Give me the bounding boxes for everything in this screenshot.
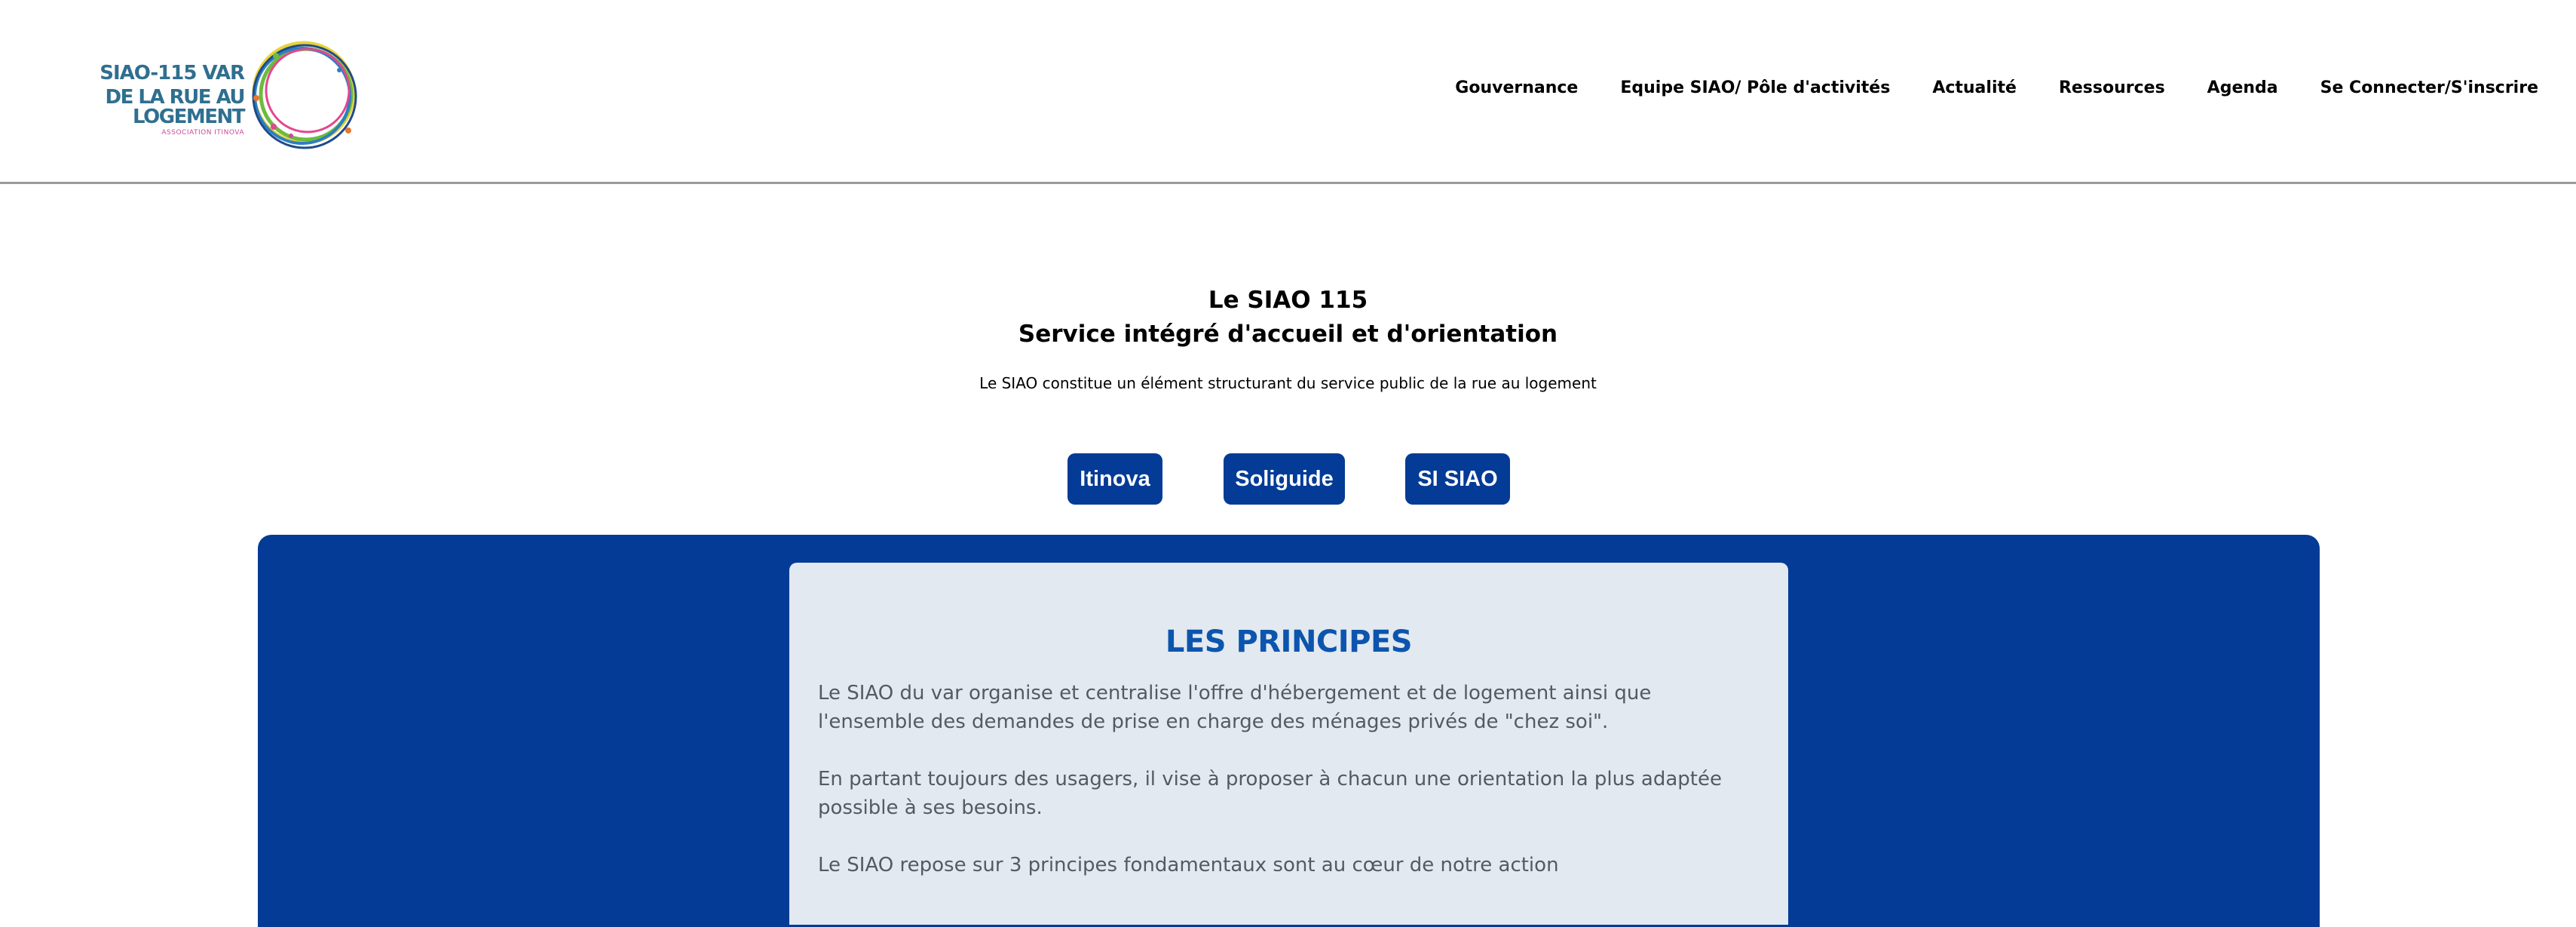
page-title: Le SIAO 115	[1208, 287, 1368, 314]
nav-agenda[interactable]: Agenda	[2207, 78, 2278, 97]
nav-ressources[interactable]: Ressources	[2059, 78, 2165, 97]
principles-card: LES PRINCIPES Le SIAO du var organise et…	[789, 563, 1788, 925]
si-siao-button[interactable]: SI SIAO	[1405, 453, 1510, 505]
nav-gouvernance[interactable]: Gouvernance	[1455, 78, 1578, 97]
logo-line-2: DE LA RUE AU LOGEMENT	[105, 86, 245, 128]
logo-line-1: SIAO-115 VAR	[100, 62, 245, 84]
site-logo[interactable]: SIAO-115 VAR DE LA RUE AU LOGEMENT ASSOC…	[65, 36, 359, 149]
logo-line-3: ASSOCIATION ITINOVA	[161, 129, 244, 137]
nav-login-register[interactable]: Se Connecter/S'inscrire	[2320, 78, 2538, 97]
nav-actualite[interactable]: Actualité	[1932, 78, 2017, 97]
principles-paragraph-3: Le SIAO repose sur 3 principes fondament…	[818, 854, 1559, 876]
soliguide-button[interactable]: Soliguide	[1224, 453, 1345, 505]
principles-title: LES PRINCIPES	[1165, 625, 1413, 659]
nav-equipe-siao[interactable]: Equipe SIAO/ Pôle d'activités	[1620, 78, 1890, 97]
main-nav: Gouvernance Equipe SIAO/ Pôle d'activité…	[1413, 78, 2538, 97]
page-subtitle: Service intégré d'accueil et d'orientati…	[1018, 321, 1558, 348]
principles-paragraph-2: En partant toujours des usagers, il vise…	[818, 768, 1722, 819]
site-header: SIAO-115 VAR DE LA RUE AU LOGEMENT ASSOC…	[0, 0, 2576, 184]
itinova-button[interactable]: Itinova	[1067, 453, 1162, 505]
page-tagline: Le SIAO constitue un élément structurant…	[979, 374, 1597, 392]
principles-paragraph-1: Le SIAO du var organise et centralise l'…	[818, 682, 1652, 733]
logo-circles-icon	[252, 41, 357, 149]
logo-text: SIAO-115 VAR DE LA RUE AU LOGEMENT ASSOC…	[65, 62, 245, 137]
